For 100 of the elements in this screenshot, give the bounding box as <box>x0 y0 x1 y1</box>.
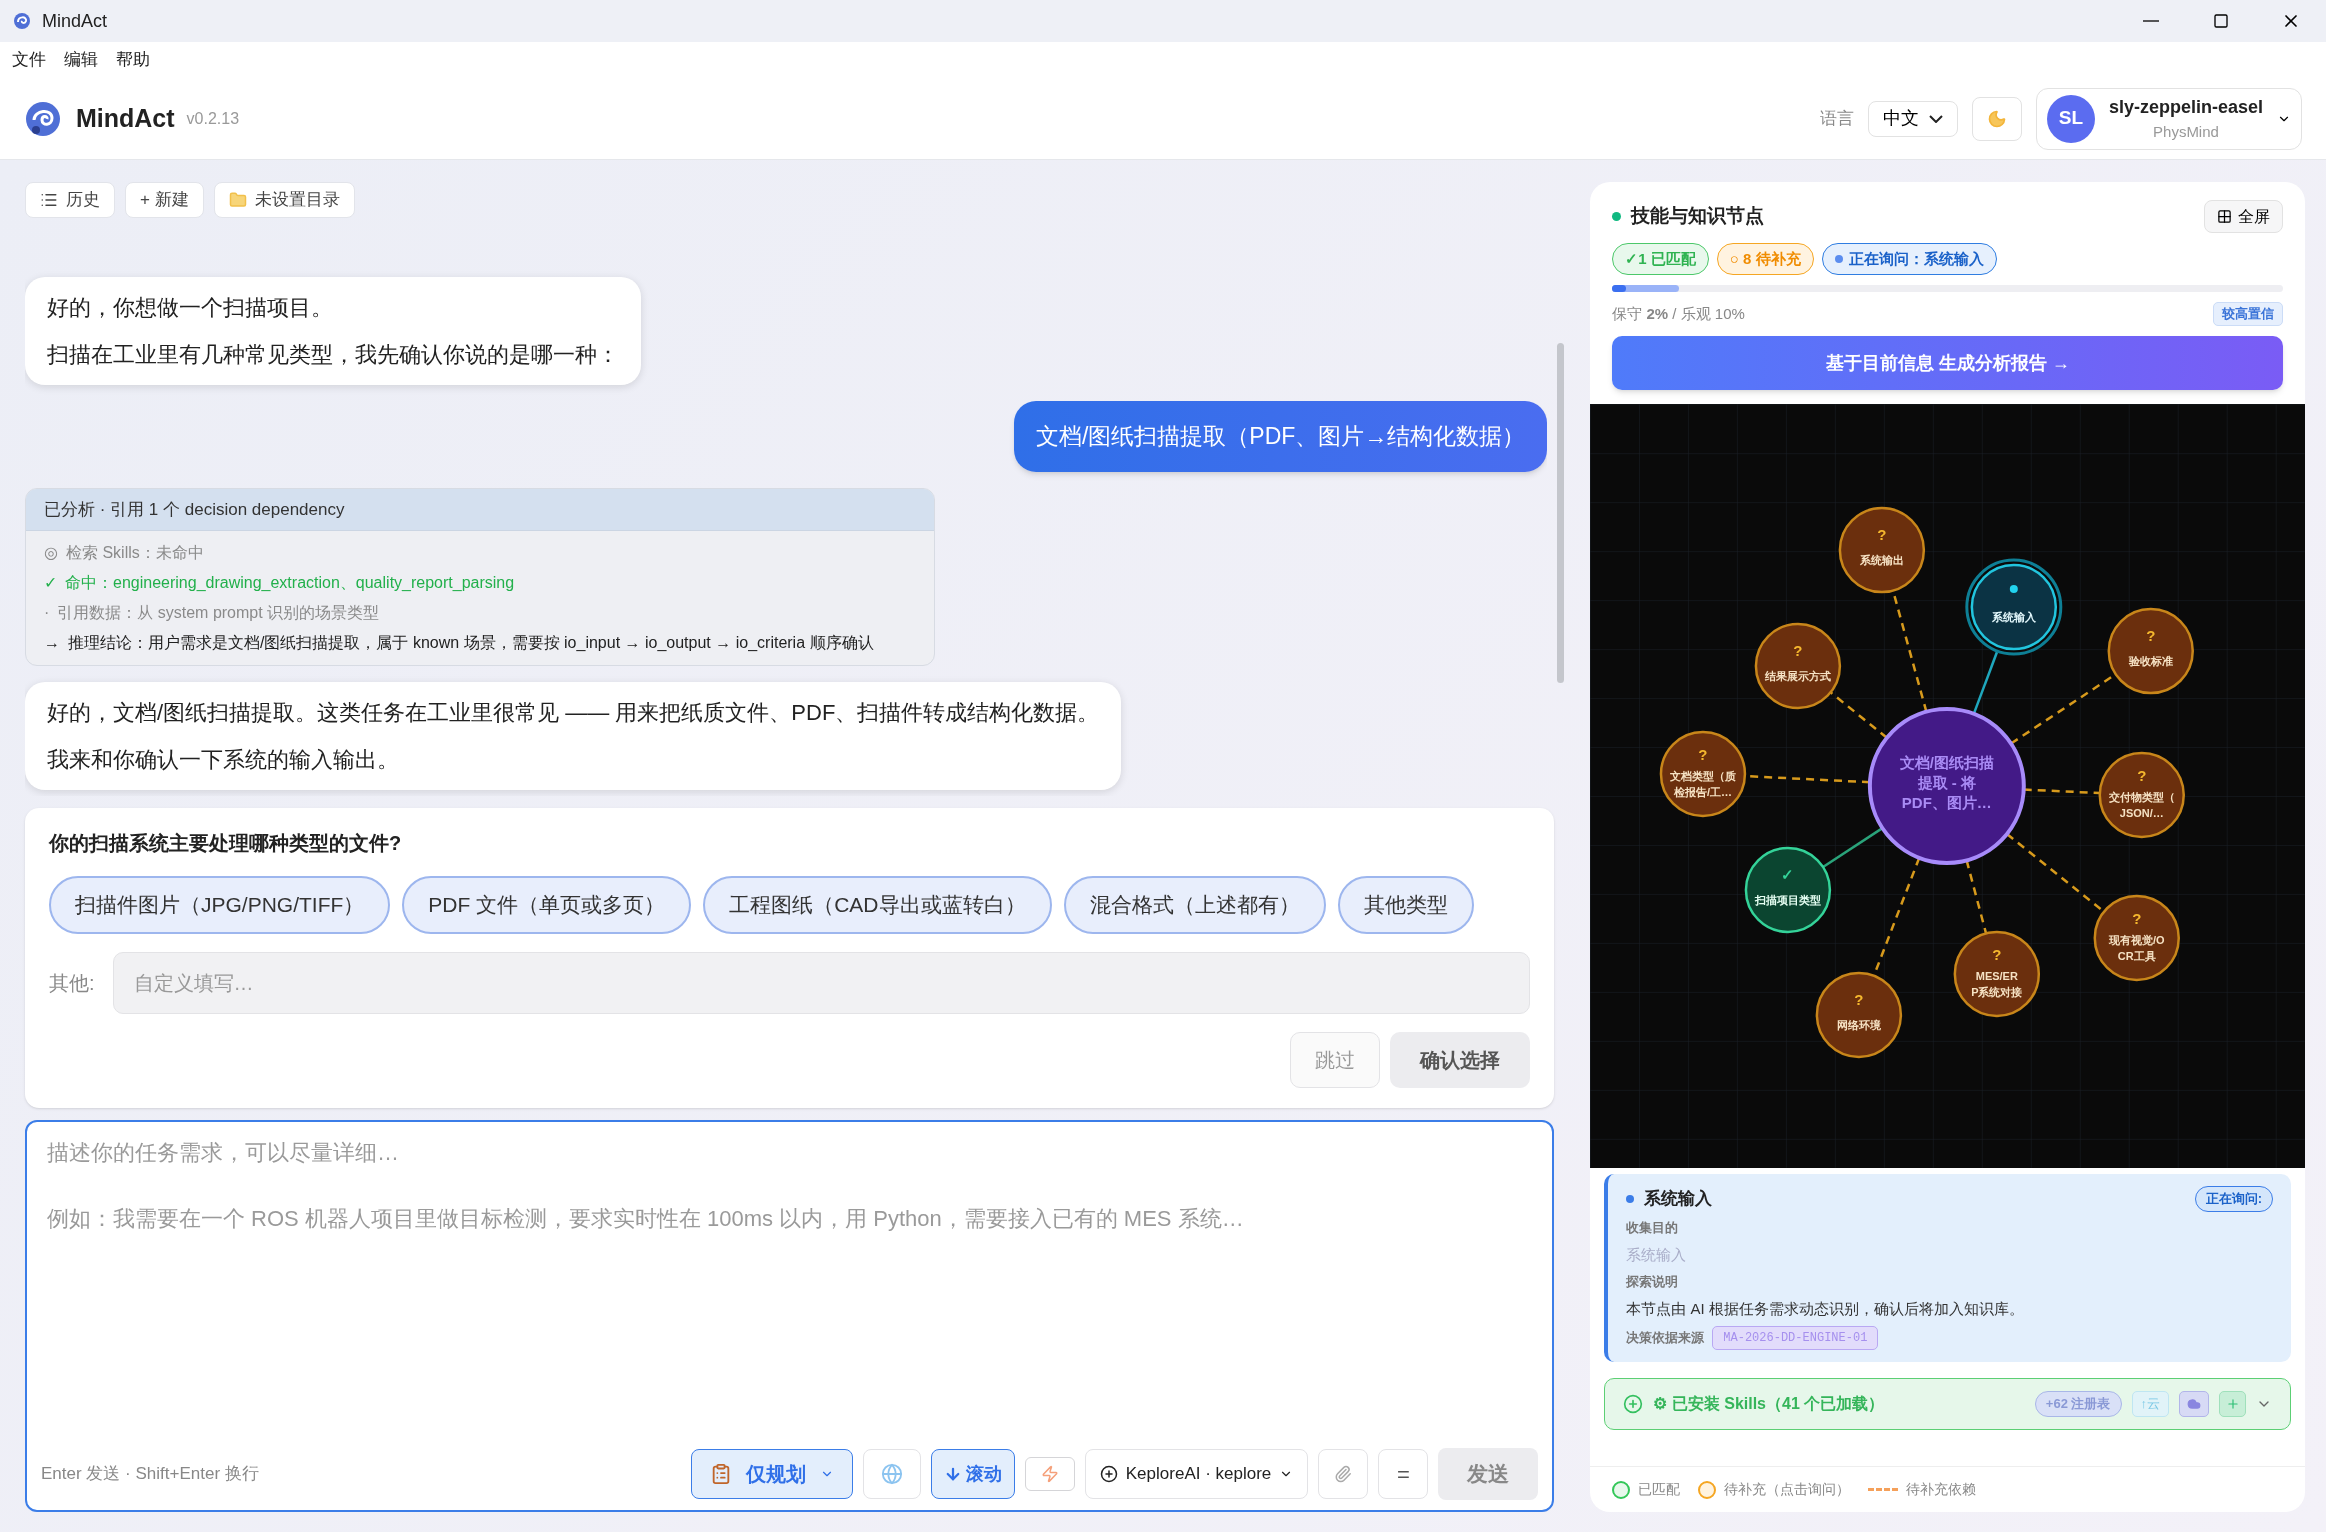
user-card[interactable]: SL sly-zeppelin-easel PhysMind <box>2035 87 2302 150</box>
option-button[interactable]: 工程图纸（CAD导出或蓝转白） <box>703 876 1052 934</box>
panel-title: 技能与知识节点 <box>1631 204 1765 229</box>
legend-label: 待补充依赖 <box>1906 1480 1977 1499</box>
purpose-value: 系统输入 <box>1626 1244 1688 1265</box>
model-select[interactable]: KeploreAI · keplore <box>1084 1449 1309 1499</box>
confidence-badge: 较高置信 <box>2213 302 2283 326</box>
chevron-down-icon <box>1928 114 1943 123</box>
attach-button[interactable] <box>1318 1449 1369 1499</box>
web-search-button[interactable] <box>862 1449 921 1499</box>
toolbar-button[interactable]: 未设置目录 <box>213 182 355 218</box>
analysis-title: 已分析 · 引用 1 个 decision dependency <box>44 499 345 519</box>
line-marker: → <box>44 633 60 653</box>
analysis-line: 推理结论：用户需求是文档/图纸扫描提取，属于 known 场景，需要按 io_input → io_output → io_criteria 顺序确认 <box>68 633 874 653</box>
line-marker: · <box>44 603 50 623</box>
grid-icon <box>2217 209 2232 224</box>
maximize-icon <box>2213 13 2229 29</box>
assistant-message: 好的，文档/图纸扫描提取。这类任务在工业里很常见 —— 用来把纸质文件、PDF、扫描件转成结构化数据。 我来和你确认一下系统的输入输出。 <box>25 682 1122 790</box>
app-logo-icon <box>24 99 62 138</box>
confirm-button[interactable]: 确认选择 <box>1390 1032 1531 1088</box>
list-icon <box>40 191 58 209</box>
status-badge: 正在询问：系统输入 <box>1821 243 1997 275</box>
graph-node[interactable]: ? 网络环境 <box>1815 971 1903 1059</box>
question-title: 你的扫描系统主要处理哪种类型的文件? <box>49 831 403 856</box>
option-button[interactable]: PDF 文件（单页或多页） <box>402 876 692 934</box>
graph-node[interactable]: ? 验收标准 <box>2107 607 2195 695</box>
plus-icon <box>2225 1397 2240 1411</box>
lightning-button[interactable] <box>1024 1457 1075 1491</box>
folder-icon <box>228 191 247 209</box>
cloud-button[interactable] <box>2179 1391 2209 1417</box>
user-name: sly-zeppelin-easel <box>2108 95 2263 119</box>
globe-icon <box>880 1463 903 1485</box>
graph-node[interactable]: ? 系统输出 <box>1838 506 1926 594</box>
status-badge: ✓1 已匹配 <box>1612 243 1709 275</box>
theme-toggle-button[interactable] <box>1971 96 2022 141</box>
lightning-icon <box>1040 1465 1059 1483</box>
detail-title: 系统输入 <box>1644 1188 1713 1211</box>
progress-reading: 保守 2% / 乐观 10% <box>1612 303 1745 324</box>
graph-edge <box>1830 691 1888 739</box>
user-avatar: SL <box>2046 94 2095 143</box>
toolbar-button[interactable]: 历史 <box>25 182 115 218</box>
generate-report-button[interactable]: 基于目前信息 生成分析报告 → <box>1612 336 2283 390</box>
option-button[interactable]: 其他类型 <box>1337 876 1474 934</box>
source-tag: MA-2026-DD-ENGINE-01 <box>1712 1326 1879 1350</box>
menu-item[interactable]: 文件 <box>12 47 46 73</box>
window-title: MindAct <box>42 9 108 33</box>
fullscreen-button[interactable]: 全屏 <box>2204 200 2283 233</box>
user-org: PhysMind <box>2153 121 2219 142</box>
graph-node[interactable]: ? 交付物类型（ JSON/… <box>2098 751 2186 839</box>
add-button[interactable] <box>2219 1391 2246 1417</box>
status-badge: ○ 8 待补充 <box>1716 243 1814 275</box>
analysis-line: 命中：engineering_drawing_extraction、quality_report_parsing <box>65 573 515 593</box>
analysis-line: 引用数据：从 system prompt 识别的场景类型 <box>57 603 380 623</box>
assistant-message: 好的，你想做一个扫描项目。 扫描在工业里有几种常见类型，我先确认你说的是哪一种： <box>25 277 641 385</box>
task-input-field[interactable]: 描述你的任务需求，可以尽量详细… 例如：我需要在一个 ROS 机器人项目里做目标检测，要求实时性在 100ms 以内，用 Python，需要接入已有的 MES 系统… Enter 发送 · Shift+Enter 换行 仅规划 滚动 KeploreAI · keplore = 发送 <box>25 1120 1555 1512</box>
menu-item[interactable]: 编辑 <box>64 47 98 73</box>
other-label: 其他: <box>49 971 95 996</box>
matched-legend-icon <box>1612 1480 1631 1499</box>
add-circle-icon <box>1099 1465 1118 1483</box>
minimize-icon <box>2143 20 2159 22</box>
graph-node[interactable]: 系统输入 <box>1965 558 2063 656</box>
add-circle-icon <box>1623 1394 1644 1414</box>
option-button[interactable]: 混合格式（上述都有） <box>1063 876 1326 934</box>
purpose-label: 收集目的 <box>1626 1219 1680 1237</box>
mode-select[interactable]: 仅规划 <box>690 1449 853 1499</box>
equal-button[interactable]: = <box>1378 1449 1429 1499</box>
toolbar-button[interactable]: + 新建 <box>125 182 204 218</box>
graph-node[interactable]: ✓ 扫描项目类型 <box>1745 846 1832 934</box>
cloud-icon <box>2187 1397 2201 1411</box>
center-node[interactable]: 文档/图纸扫描 提取 - 将 PDF、图片… <box>1868 707 2027 865</box>
graph-edge <box>1972 651 1999 715</box>
asking-badge: 正在询问: <box>2194 1186 2273 1212</box>
option-button[interactable]: 扫描件图片（JPG/PNG/TIFF） <box>49 876 391 934</box>
graph-node[interactable]: ? 文档类型（质 检报告/工… <box>1660 730 1747 818</box>
auto-scroll-button[interactable]: 滚动 <box>930 1449 1015 1499</box>
graph-node[interactable]: ? 现有视觉/O CR工具 <box>2093 894 2181 982</box>
other-input-field[interactable]: 自定义填写… <box>112 952 1531 1014</box>
line-marker: ✓ <box>44 573 57 593</box>
shortcut-hint: Enter 发送 · Shift+Enter 换行 <box>41 1463 259 1486</box>
explain-label: 探索说明 <box>1626 1273 1680 1291</box>
explain-text: 本节点由 AI 根据任务需求动态识别，确认后将加入知识库。 <box>1626 1298 2025 1319</box>
language-select[interactable]: 中文 <box>1867 100 1958 137</box>
paperclip-icon <box>1334 1465 1353 1483</box>
legend-label: 已匹配 <box>1638 1480 1681 1499</box>
analysis-line: 检索 Skills：未命中 <box>66 543 204 563</box>
dashed-line-icon <box>1868 1488 1899 1491</box>
graph-node[interactable]: ? MES/ER P系统对接 <box>1953 930 2041 1018</box>
menu-item[interactable]: 帮助 <box>116 47 150 73</box>
skills-label: ⚙ 已安装 Skills（41 个已加载） <box>1653 1394 1885 1414</box>
legend-label: 待补充（点击询问） <box>1724 1480 1851 1499</box>
user-message: 文档/图纸扫描提取（PDF、图片→结构化数据） <box>1013 401 1548 472</box>
window-logo-icon <box>12 11 32 31</box>
line-marker: ◎ <box>44 543 58 563</box>
version-label: v0.2.13 <box>186 108 240 129</box>
language-label: 语言 <box>1819 107 1854 130</box>
app-name: MindAct <box>76 102 175 134</box>
pending-legend-icon <box>1698 1480 1717 1499</box>
source-label: 决策依据来源 <box>1626 1329 1705 1348</box>
graph-node[interactable]: ? 结果展示方式 <box>1755 622 1842 710</box>
moon-icon <box>1986 108 2007 129</box>
